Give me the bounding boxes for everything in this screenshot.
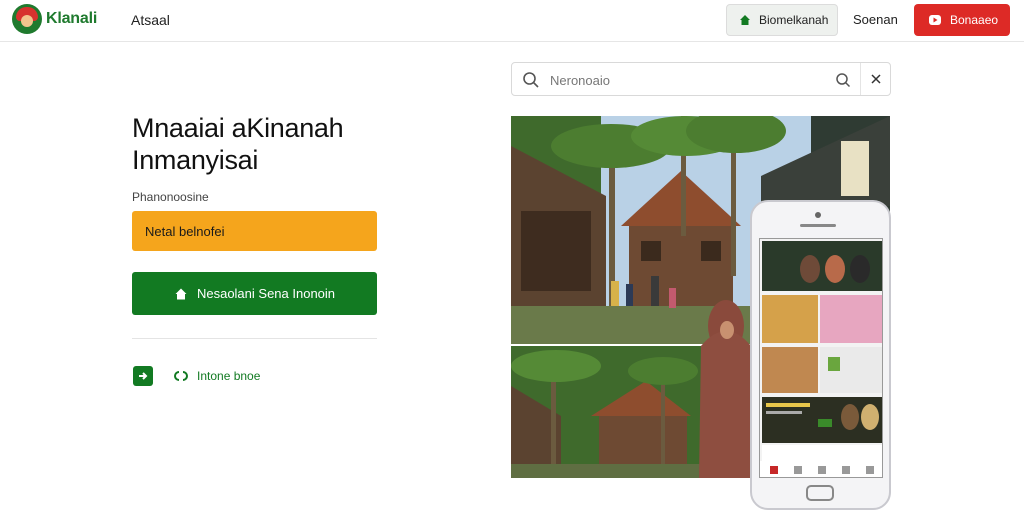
hero-subtitle: Phanonoosine — [132, 190, 209, 204]
phone-home-button — [806, 485, 834, 501]
search-bar[interactable] — [511, 62, 891, 96]
phone-mockup — [750, 200, 891, 510]
phone-earpiece — [800, 224, 836, 227]
small-link[interactable]: Intone bnoe — [173, 369, 260, 383]
red-button[interactable]: Bonaaeo — [914, 4, 1010, 36]
top-header: Klanali Atsaal Biomelkanah Soenan Bonaae… — [0, 0, 1024, 42]
search-input[interactable] — [550, 70, 830, 90]
outline-button[interactable]: Biomelkanah — [726, 4, 838, 36]
phone-screen — [759, 238, 883, 478]
hero-title-line2: Inmanyisai — [132, 145, 259, 175]
logo[interactable]: Klanali — [12, 4, 97, 34]
hero-title: Mnaaiai aKinanah Inmanyisai — [132, 112, 344, 176]
search-icon[interactable] — [835, 72, 851, 88]
outline-button-label: Biomelkanah — [759, 13, 829, 27]
yellow-cta-label: Netal belnofei — [145, 223, 225, 239]
app-icon[interactable] — [133, 366, 153, 386]
house-icon — [740, 15, 750, 25]
phone-camera — [815, 212, 821, 218]
divider — [132, 338, 377, 339]
link-icon — [174, 371, 188, 381]
yellow-cta-button[interactable]: Netal belnofei — [132, 211, 377, 251]
green-cta-button[interactable]: Nesaolani Sena Inonoin — [132, 272, 377, 315]
hero-title-line1: Mnaaiai aKinanah — [132, 113, 344, 143]
search-separator — [860, 63, 861, 95]
nav-link-home[interactable]: Atsaal — [131, 12, 170, 28]
close-icon[interactable] — [869, 72, 883, 86]
signin-link[interactable]: Soenan — [853, 12, 898, 27]
logo-icon — [12, 4, 42, 34]
small-link-label: Intone bnoe — [197, 369, 261, 383]
green-cta-label: Nesaolani Sena Inonoin — [196, 286, 336, 301]
house-icon — [175, 288, 187, 299]
search-icon — [523, 72, 539, 88]
play-icon — [929, 15, 941, 25]
red-button-label: Bonaaeo — [950, 13, 999, 27]
phone-screen-content — [760, 239, 882, 477]
app-icon-glyph — [139, 372, 148, 380]
logo-text: Klanali — [46, 10, 98, 27]
